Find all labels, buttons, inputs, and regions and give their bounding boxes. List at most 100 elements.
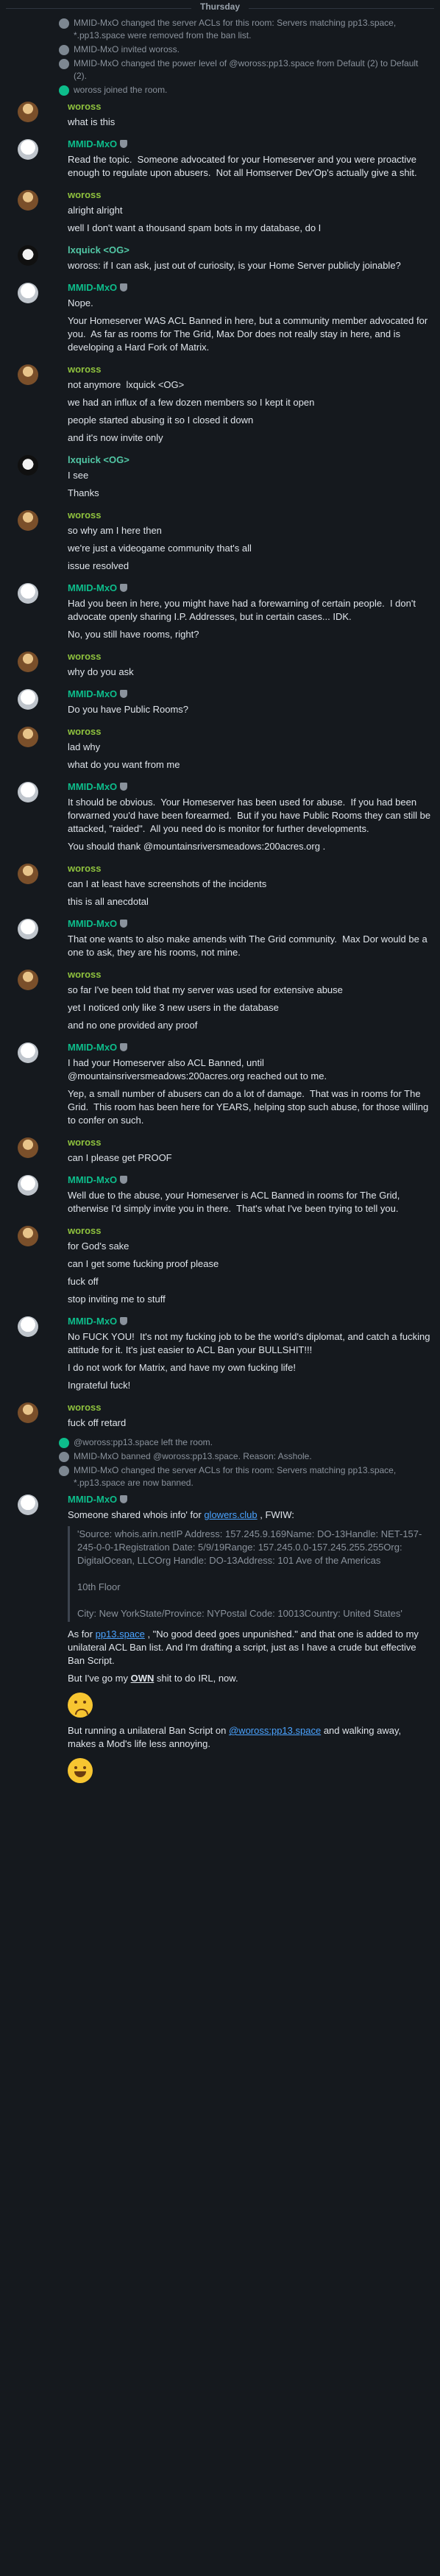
message-group-woross: woross why do you ask [0,647,440,685]
sender-name[interactable]: woross [68,509,431,522]
room-event: woross joined the room. [0,83,440,97]
message-text: so why am I here then [68,525,162,536]
woross-mention-link[interactable]: @woross:pp13.space [229,1725,321,1736]
message-group-mmid-mxo: MMID-MxO Do you have Public Rooms? [0,685,440,722]
message-group-lxquick-og: lxquick <OG> woross: if I can ask, just o… [0,241,440,278]
glowers-link[interactable]: glowers.club [204,1509,257,1520]
events-bottom: @woross:pp13.space left the room. MMID-Mx… [0,1436,440,1490]
sender-name[interactable]: MMID-MxO [68,1174,431,1187]
sender-name[interactable]: MMID-MxO [68,582,431,595]
sender-name[interactable]: woross [68,1401,431,1414]
message-text: we're just a videogame community that's … [68,543,252,554]
avatar[interactable] [18,1226,38,1246]
avatar[interactable] [18,1316,38,1337]
avatar[interactable] [18,919,38,939]
sender-name[interactable]: MMID-MxO [68,281,431,294]
message-text: what is this [68,116,116,127]
shield-icon [120,783,128,791]
avatar[interactable] [18,727,38,747]
avatar[interactable] [18,1175,38,1196]
sender-name[interactable]: woross [68,862,431,875]
sender-name[interactable]: woross [68,188,431,202]
grinning-face-emoji [68,1758,93,1783]
sender-name[interactable]: MMID-MxO [68,1041,431,1054]
room-event: MMID-MxO changed the power level of @wor… [0,57,440,83]
avatar[interactable] [18,1137,38,1158]
sender-name[interactable]: lxquick <OG> [68,454,431,467]
avatar[interactable] [18,1495,38,1515]
message-text: But I've go my OWN shit to do IRL, now. [68,1673,238,1684]
avatar[interactable] [18,652,38,672]
message-group-woross: woross so far I've been told that my serv… [0,965,440,1038]
event-text: woross joined the room. [74,85,168,95]
message-group-woross: woross what is this [0,97,440,135]
avatar[interactable] [18,455,38,476]
shield-icon [120,690,128,698]
message-group-mmid-mxo: MMID-MxO It should be obvious. Your Homes… [0,777,440,859]
event-text: @woross:pp13.space left the room. [74,1437,213,1447]
message-text: this is all anecdotal [68,896,149,907]
sender-name[interactable]: MMID-MxO [68,780,431,794]
avatar[interactable] [18,864,38,884]
message-group-mmid-mxo: MMID-MxO Well due to the abuse, your Home… [0,1171,440,1221]
sender-name[interactable]: woross [68,650,431,663]
avatar[interactable] [18,782,38,802]
sender-name[interactable]: woross [68,100,431,113]
sender-name[interactable]: lxquick <OG> [68,244,431,257]
message-text: Had you been in here, you might have had… [68,598,419,622]
avatar[interactable] [18,190,38,211]
sender-name[interactable]: MMID-MxO [68,138,431,151]
sender-name[interactable]: MMID-MxO [68,917,431,931]
message-group-woross: woross alright alright well I don't want a… [0,186,440,241]
room-timeline: Thursday MMID-MxO changed the server ACL… [0,0,440,1791]
shield-icon [120,283,128,292]
event-avatar-icon [59,18,69,29]
pp13-link[interactable]: pp13.space [96,1628,145,1640]
sender-name[interactable]: woross [68,363,431,376]
message-text: Someone shared whois info' for glowers.c… [68,1509,294,1520]
sender-name[interactable]: MMID-MxO [68,688,431,701]
message-group-woross: woross can I please get PROOF [0,1133,440,1171]
avatar[interactable] [18,283,38,303]
event-avatar-icon [59,59,69,69]
events-top: MMID-MxO changed the server ACLs for thi… [0,16,440,97]
avatar[interactable] [18,1402,38,1423]
message-text: fuck off [68,1276,99,1287]
sender-name[interactable]: woross [68,968,431,981]
message-text: not anymore lxquick <OG> [68,379,185,390]
message-text: can I at least have screenshots of the i… [68,878,267,889]
message-group-mmid-mxo: MMID-MxO Read the topic. Someone advocate… [0,135,440,186]
message-group-mmid-mxo: MMID-MxO Nope. Your Homeserver WAS ACL Ban… [0,278,440,360]
avatar[interactable] [18,364,38,385]
message-group-mmid-mxo: MMID-MxO I had your Homeserver also ACL B… [0,1038,440,1133]
message-text: I do not work for Matrix, and have my ow… [68,1362,296,1373]
sender-name[interactable]: woross [68,1224,431,1238]
message-text: alright alright [68,205,123,216]
message-group-lxquick-og: lxquick <OG> I see Thanks [0,451,440,506]
final-message: MMID-MxO Someone shared whois info' for … [0,1490,440,1791]
shield-icon [120,920,128,928]
avatar[interactable] [18,970,38,990]
avatar[interactable] [18,583,38,604]
shield-icon [120,140,128,148]
avatar[interactable] [18,139,38,160]
message-text: I had your Homeserver also ACL Banned, u… [68,1057,327,1081]
sender-name[interactable]: woross [68,1136,431,1149]
sender-name[interactable]: MMID-MxO [68,1493,431,1506]
avatar[interactable] [18,1042,38,1063]
room-event: MMID-MxO changed the server ACLs for thi… [0,16,440,43]
sender-name[interactable]: woross [68,725,431,738]
sender-name[interactable]: MMID-MxO [68,1315,431,1328]
event-avatar-icon [59,1452,69,1462]
avatar[interactable] [18,245,38,266]
shield-icon [120,584,128,592]
message-text: Your Homeserver WAS ACL Banned in here, … [68,315,430,353]
avatar[interactable] [18,510,38,531]
message-text: woross: if I can ask, just out of curios… [68,260,401,271]
avatar[interactable] [18,689,38,710]
event-text: MMID-MxO changed the power level of @wor… [74,58,419,81]
avatar[interactable] [18,102,38,122]
message-text: lad why [68,741,101,752]
message-text: Do you have Public Rooms? [68,704,189,715]
message-group-woross: woross so why am I here then we're just a … [0,506,440,579]
